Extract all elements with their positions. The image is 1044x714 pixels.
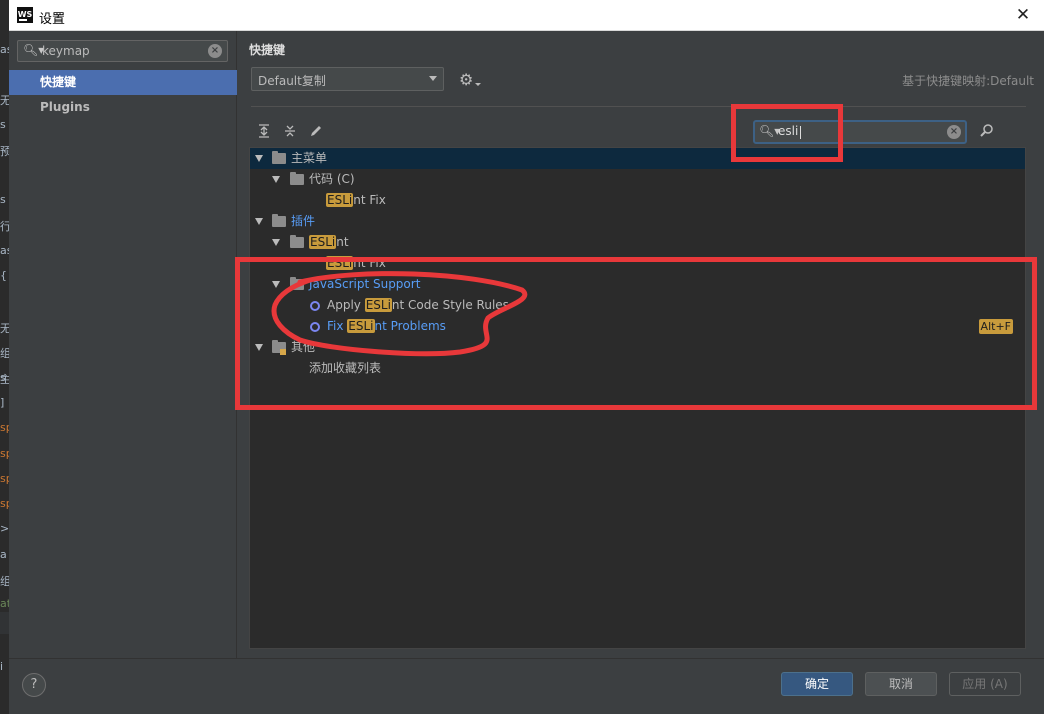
folder-icon	[290, 172, 304, 185]
collapse-all-icon[interactable]	[282, 123, 298, 139]
annotation-box-results	[235, 257, 1037, 410]
search-match: ESLi	[326, 193, 354, 207]
ok-button[interactable]: 确定	[781, 672, 853, 696]
editor-fragment: i	[0, 660, 4, 673]
title-bar: WS 设置 ✕	[9, 0, 1044, 31]
expand-arrow-icon[interactable]	[272, 176, 280, 183]
keymap-dropdown-value: Default复制	[258, 74, 326, 88]
folder-icon	[272, 214, 286, 227]
tree-row-label: ESLint	[309, 235, 349, 249]
tree-row-main-menu[interactable]: 主菜单	[250, 148, 1025, 169]
background-editor-strip: as 无 s 预 s 行 as { 无 组 s 主 ] sp sp sp sp …	[0, 0, 13, 714]
close-icon[interactable]: ✕	[1012, 4, 1034, 26]
chevron-down-icon	[429, 76, 437, 81]
apply-button[interactable]: 应用 (A)	[949, 672, 1021, 696]
settings-search-input[interactable]: 🔍︎▾ keymap ×	[17, 40, 228, 62]
tree-row-action[interactable]: ESLint Fix	[250, 190, 1025, 211]
tree-row-plugins[interactable]: 插件	[250, 211, 1025, 232]
tree-row-code[interactable]: 代码 (C)	[250, 169, 1025, 190]
editor-fragment: s	[0, 118, 6, 131]
expand-arrow-icon[interactable]	[255, 155, 263, 162]
pencil-icon[interactable]	[308, 123, 324, 139]
webstorm-logo-icon: WS	[17, 7, 33, 23]
settings-sidebar: 🔍︎▾ keymap × 快捷键 Plugins	[9, 31, 237, 658]
help-button[interactable]: ?	[22, 673, 46, 697]
clear-filter-icon[interactable]: ×	[947, 125, 961, 139]
sidebar-item-keymap[interactable]: 快捷键	[9, 70, 237, 95]
tree-row-label: ESLint Fix	[326, 193, 386, 207]
tree-row-label: 插件	[291, 214, 316, 228]
gear-dropdown-arrow-icon	[475, 83, 481, 86]
page-title: 快捷键	[249, 43, 286, 57]
annotation-box-search	[731, 104, 843, 162]
cancel-button[interactable]: 取消	[865, 672, 937, 696]
window-title: 设置	[39, 12, 66, 27]
editor-fragment: {	[0, 269, 7, 282]
tree-row-label: 主菜单	[291, 151, 328, 165]
dialog-footer: ? 确定 取消 应用 (A)	[9, 658, 1044, 714]
gear-icon[interactable]: ⚙	[459, 70, 473, 89]
expand-arrow-icon[interactable]	[255, 218, 263, 225]
editor-fragment: a	[0, 548, 7, 561]
folder-icon	[272, 151, 286, 164]
based-on-label: 基于快捷键映射:Default	[902, 74, 1034, 88]
editor-fragment: s	[0, 193, 6, 206]
editor-fragment: >	[0, 522, 10, 535]
expand-arrow-icon[interactable]	[272, 239, 280, 246]
tree-row-label: 代码 (C)	[309, 172, 355, 186]
sidebar-item-plugins[interactable]: Plugins	[9, 95, 237, 120]
folder-icon	[290, 235, 304, 248]
find-by-shortcut-icon[interactable]	[979, 123, 995, 143]
tree-row-eslint-group[interactable]: ESLint	[250, 232, 1025, 253]
keymap-dropdown[interactable]: Default复制	[251, 67, 444, 91]
editor-status-bar	[0, 612, 9, 634]
expand-all-icon[interactable]	[256, 123, 272, 139]
editor-fragment: ]	[0, 396, 5, 409]
divider	[251, 106, 1026, 107]
settings-search-value: keymap	[42, 44, 90, 58]
clear-search-icon[interactable]: ×	[208, 44, 222, 58]
search-match: ESLi	[309, 235, 337, 249]
